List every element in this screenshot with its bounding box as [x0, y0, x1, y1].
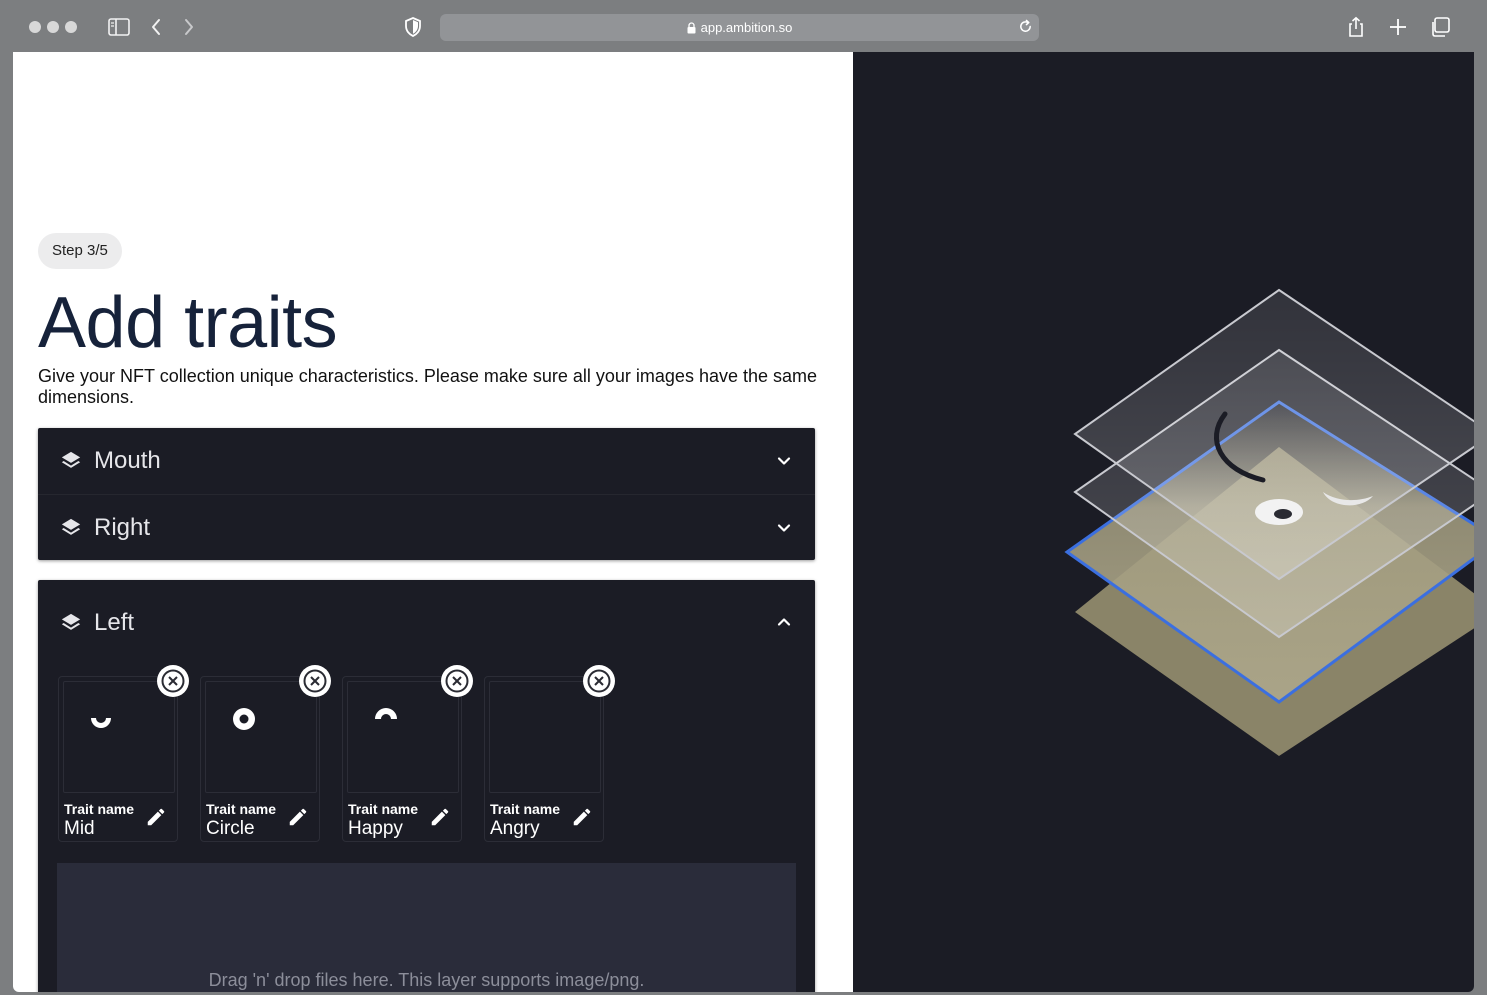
trait-card[interactable]: Trait name Circle — [200, 665, 331, 842]
trait-thumbnail — [489, 681, 601, 793]
layer-row-right[interactable]: Right — [38, 494, 815, 560]
layers-icon — [60, 450, 82, 472]
remove-trait-button[interactable] — [441, 665, 473, 697]
layers-icon — [60, 612, 82, 634]
trait-caption: Trait name — [206, 801, 277, 817]
edit-pencil-icon[interactable] — [429, 806, 451, 828]
preview-panel — [853, 52, 1474, 992]
trait-caption: Trait name — [348, 801, 419, 817]
trait-card[interactable]: Trait name Mid — [58, 665, 189, 842]
remove-trait-button[interactable] — [299, 665, 331, 697]
close-circle-icon — [587, 669, 611, 693]
trait-value: Angry — [490, 818, 540, 839]
layers-icon — [60, 517, 82, 539]
trait-caption: Trait name — [64, 801, 135, 817]
edit-pencil-icon[interactable] — [145, 806, 167, 828]
trait-card[interactable]: Trait name Angry — [484, 665, 615, 842]
layer-row-left[interactable]: Left — [38, 580, 815, 664]
tab-overview-icon[interactable] — [1427, 14, 1453, 40]
url-text: app.ambition.so — [700, 20, 793, 35]
trait-value: Circle — [206, 818, 255, 839]
trait-thumbnail — [63, 681, 175, 793]
trait-value: Mid — [64, 818, 95, 839]
back-icon[interactable] — [143, 14, 169, 40]
close-circle-icon — [303, 669, 327, 693]
page-subtitle: Give your NFT collection unique characte… — [38, 366, 818, 407]
forward-icon[interactable] — [176, 14, 202, 40]
layer-accordion-expanded: Left Trait name Mid Trait name Circle Tr… — [38, 580, 815, 992]
step-badge: Step 3/5 — [38, 233, 122, 269]
window-zoom-button[interactable] — [65, 21, 77, 33]
close-circle-icon — [445, 669, 469, 693]
dropzone-text: Drag 'n' drop files here. This layer sup… — [208, 970, 645, 990]
chevron-down-icon[interactable] — [777, 457, 791, 466]
edit-pencil-icon[interactable] — [571, 806, 593, 828]
trait-card[interactable]: Trait name Happy — [342, 665, 473, 842]
window-minimize-button[interactable] — [47, 21, 59, 33]
browser-toolbar: app.ambition.so — [0, 0, 1487, 52]
layer-accordion-collapsed: Mouth Right — [38, 428, 815, 560]
page-title: Add traits — [38, 283, 338, 363]
reload-icon[interactable] — [1018, 19, 1033, 34]
window-close-button[interactable] — [29, 21, 41, 33]
close-circle-icon — [161, 669, 185, 693]
lock-icon — [687, 21, 696, 34]
edit-pencil-icon[interactable] — [287, 806, 309, 828]
eye-happy-icon — [375, 708, 397, 719]
layer-row-mouth[interactable]: Mouth — [38, 428, 815, 494]
eye-angry-icon — [517, 710, 536, 731]
trait-thumbnail — [347, 681, 459, 793]
remove-trait-button[interactable] — [157, 665, 189, 697]
trait-caption: Trait name — [490, 801, 561, 817]
file-dropzone[interactable]: Drag 'n' drop files here. This layer sup… — [57, 863, 796, 992]
layer-name: Right — [94, 513, 151, 541]
privacy-shield-icon[interactable] — [400, 14, 426, 40]
eye-circle-icon — [233, 708, 255, 730]
address-bar[interactable]: app.ambition.so — [440, 14, 1039, 41]
trait-thumbnail — [205, 681, 317, 793]
browser-window: Step 3/5 Add traits Give your NFT collec… — [13, 52, 1474, 992]
chevron-down-icon[interactable] — [777, 523, 791, 532]
new-tab-icon[interactable] — [1385, 14, 1411, 40]
eye-mid-icon — [91, 718, 111, 728]
layer-stack-illustration — [1064, 288, 1474, 756]
remove-trait-button[interactable] — [583, 665, 615, 697]
layer-name: Mouth — [94, 447, 161, 474]
trait-value: Happy — [348, 818, 403, 839]
form-panel: Step 3/5 Add traits Give your NFT collec… — [13, 52, 853, 992]
chevron-up-icon[interactable] — [777, 618, 791, 627]
trait-cards: Trait name Mid Trait name Circle Trait n… — [58, 665, 615, 842]
share-icon[interactable] — [1343, 14, 1369, 40]
sidebar-toggle-icon[interactable] — [106, 14, 132, 40]
layer-name: Left — [94, 609, 135, 636]
